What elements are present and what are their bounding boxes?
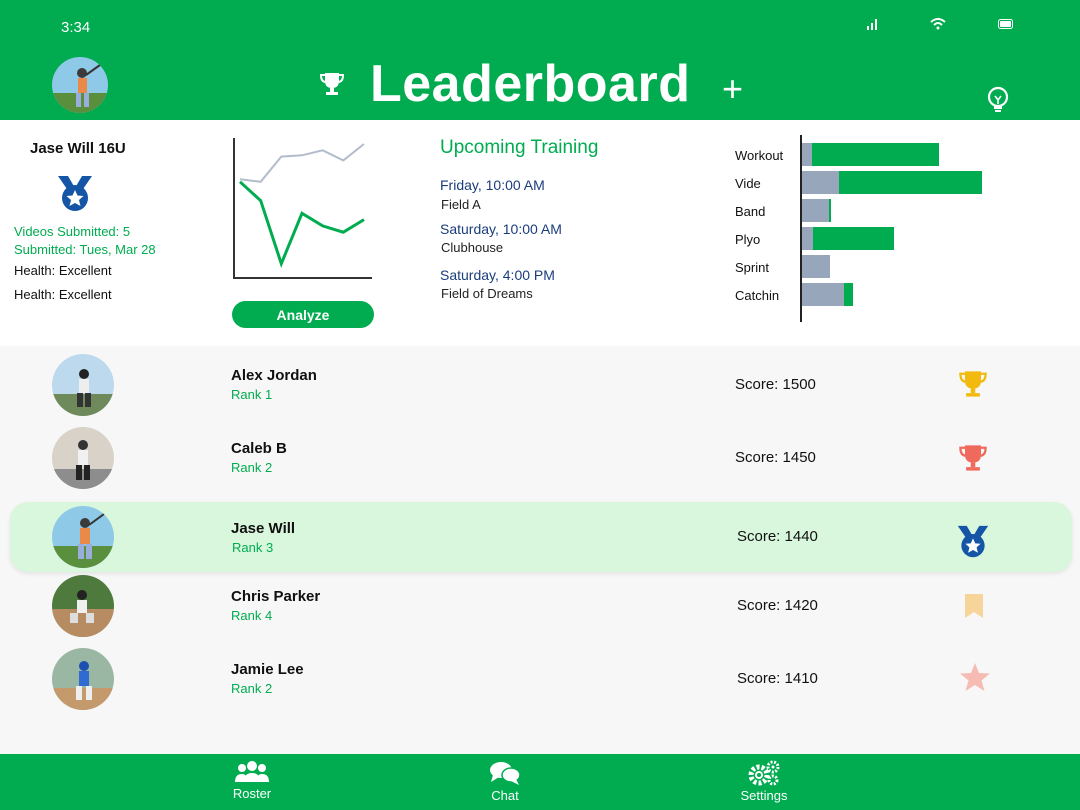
nav-chat[interactable]: Chat (465, 760, 545, 803)
bar-plyo-segment-1 (802, 227, 813, 250)
training-bar-chart: Workout Vide Band Plyo Sprint Catchin (735, 135, 982, 322)
player-name: Chris Parker (231, 588, 321, 605)
training-where: Clubhouse (441, 240, 504, 255)
bar-vide-segment-1 (802, 171, 839, 194)
training-when: Saturday, 4:00 PM (440, 267, 555, 283)
player-score: Score: 1440 (737, 528, 818, 545)
bar-label: Vide (735, 176, 761, 191)
users-icon (235, 761, 269, 782)
leaderboard-row-current-user[interactable]: Jase Will Rank 3 Score: 1440 (10, 502, 1072, 572)
page-title: Leaderboard (370, 55, 691, 113)
blue-medal-icon (957, 525, 989, 558)
leaderboard-row[interactable]: Jamie Lee Rank 2 Score: 1410 (0, 643, 1080, 713)
player-name: Jase Will (231, 520, 296, 537)
bookmark-icon (965, 594, 983, 618)
line-series-1 (239, 143, 365, 183)
leaderboard-row[interactable]: Caleb B Rank 2 Score: 1450 (0, 422, 1080, 492)
player-name: Alex Jordan (231, 367, 317, 384)
player-name: Caleb B (231, 440, 287, 457)
bar-label: Workout (735, 148, 784, 163)
health-stat-2: Health: Excellent (14, 287, 112, 302)
profile-name: Jase Will 16U (30, 140, 126, 157)
health-label-2: Health: (14, 287, 56, 302)
nav-roster[interactable]: Roster (212, 760, 292, 801)
red-trophy-icon (959, 445, 987, 471)
training-when: Friday, 10:00 AM (440, 177, 545, 193)
bar-catchin-segment-2 (844, 283, 853, 306)
nav-roster-label: Roster (232, 786, 272, 801)
health-value-2: Excellent (58, 287, 112, 302)
status-icons (866, 18, 1014, 30)
avatar (52, 648, 114, 710)
user-avatar[interactable] (52, 57, 108, 113)
submitted-date: Submitted: Tues, Mar 28 (14, 242, 156, 257)
star-icon (960, 663, 990, 691)
bottom-nav: Roster Chat Settings (0, 754, 1080, 810)
gold-trophy-icon (959, 371, 987, 397)
battery-icon (998, 19, 1013, 29)
gears-icon (748, 760, 780, 786)
player-rank: Rank 1 (231, 387, 273, 402)
player-rank: Rank 2 (231, 681, 273, 696)
avatar (52, 575, 114, 637)
nav-settings-label: Settings (740, 788, 788, 803)
player-score: Score: 1500 (735, 376, 816, 393)
player-rank: Rank 2 (231, 460, 273, 475)
app-header: 3:34 Leaderboard + (0, 0, 1080, 120)
bar-vide-segment-2 (839, 171, 982, 194)
analyze-button[interactable]: Analyze (232, 301, 374, 328)
add-button[interactable]: + (722, 68, 743, 110)
health-label: Health: (14, 263, 56, 278)
medal-icon (58, 176, 92, 211)
performance-line-chart (233, 138, 372, 279)
lightbulb-icon[interactable] (985, 86, 1011, 116)
bar-workout-segment-1 (802, 143, 812, 166)
status-time: 3:34 (61, 19, 91, 36)
bar-label: Band (735, 204, 765, 219)
signal-icon (867, 19, 877, 30)
trophy-icon (319, 73, 345, 95)
leaderboard-row[interactable]: Chris Parker Rank 4 Score: 1420 (0, 570, 1080, 640)
bar-band-segment-2 (829, 199, 831, 222)
leaderboard-row[interactable]: Alex Jordan Rank 1 Score: 1500 (0, 349, 1080, 419)
bar-label: Sprint (735, 260, 769, 275)
line-series-2 (238, 180, 365, 269)
avatar (52, 354, 114, 416)
bar-band-segment-1 (802, 199, 829, 222)
player-score: Score: 1410 (737, 670, 818, 687)
player-name: Jamie Lee (231, 661, 304, 678)
bar-catchin-segment-1 (802, 283, 844, 306)
player-score: Score: 1450 (735, 449, 816, 466)
videos-submitted: Videos Submitted: 5 (14, 224, 131, 239)
player-score: Score: 1420 (737, 597, 818, 614)
avatar (52, 427, 114, 489)
training-when: Saturday, 10:00 AM (440, 221, 562, 237)
player-rank: Rank 3 (232, 540, 274, 555)
bar-label: Plyo (735, 232, 760, 247)
training-title: Upcoming Training (440, 137, 599, 158)
bar-plyo-segment-2 (813, 227, 894, 250)
training-where: Field of Dreams (441, 286, 533, 301)
wifi-icon (930, 18, 946, 30)
chat-icon (490, 762, 521, 785)
health-value: Excellent (58, 263, 112, 278)
health-stat: Health: Excellent (14, 263, 112, 278)
player-rank: Rank 4 (231, 608, 273, 623)
bar-label: Catchin (735, 288, 779, 303)
nav-chat-label: Chat (491, 788, 519, 803)
bar-sprint-segment-1 (802, 255, 830, 278)
avatar (52, 506, 114, 568)
training-where: Field A (441, 197, 481, 212)
nav-settings[interactable]: Settings (724, 760, 804, 803)
bar-workout-segment-2 (812, 143, 939, 166)
